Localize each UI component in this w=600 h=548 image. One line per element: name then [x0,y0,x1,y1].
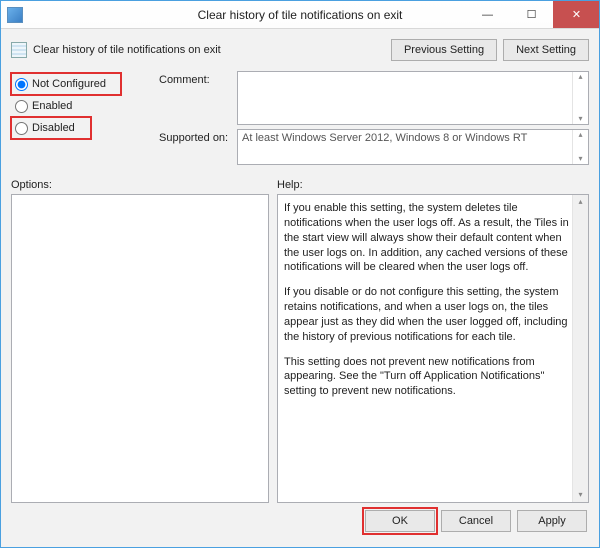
help-text: If you enable this setting, the system d… [284,201,570,275]
supported-field [238,130,572,164]
comment-field[interactable] [238,72,572,124]
policy-title: Clear history of tile notifications on e… [33,44,221,56]
apply-button[interactable]: Apply [517,510,587,532]
comment-label: Comment: [159,71,237,86]
supported-label: Supported on: [159,129,237,144]
minimize-button[interactable]: — [465,1,509,28]
radio-disabled-row[interactable]: Disabled [11,117,91,139]
help-label: Help: [277,179,589,191]
policy-header: Clear history of tile notifications on e… [11,35,589,65]
policy-icon [11,42,27,58]
radio-not-configured-row[interactable]: Not Configured [11,73,121,95]
radio-not-configured-label: Not Configured [32,78,106,90]
options-pane [11,194,269,503]
state-radio-group: Not Configured Enabled Disabled [11,71,159,169]
options-label: Options: [11,179,269,191]
window-body: Clear history of tile notifications on e… [1,29,599,547]
radio-enabled-row[interactable]: Enabled [11,95,159,117]
ok-button[interactable]: OK [365,510,435,532]
help-text: This setting does not prevent new notifi… [284,355,570,400]
help-pane: If you enable this setting, the system d… [278,195,588,415]
dialog-footer: OK Cancel Apply [11,503,589,539]
radio-disabled-label: Disabled [32,122,75,134]
help-scrollbar[interactable]: ▴▾ [572,195,588,502]
cancel-button[interactable]: Cancel [441,510,511,532]
next-setting-button[interactable]: Next Setting [503,39,589,61]
comment-scroll[interactable]: ▴▾ [572,72,588,124]
window-controls: — ☐ ✕ [465,1,599,28]
radio-not-configured[interactable] [15,78,28,91]
supported-scroll[interactable]: ▴▾ [572,130,588,164]
help-text: If you disable or do not configure this … [284,285,570,344]
radio-enabled-label: Enabled [32,100,72,112]
close-button[interactable]: ✕ [553,1,599,28]
supported-field-wrap: ▴▾ [237,129,589,165]
help-pane-wrap: If you enable this setting, the system d… [277,194,589,503]
radio-disabled[interactable] [15,122,28,135]
app-icon [7,7,23,23]
window-frame: Clear history of tile notifications on e… [0,0,600,548]
comment-field-wrap: ▴▾ [237,71,589,125]
titlebar[interactable]: Clear history of tile notifications on e… [1,1,599,29]
maximize-button[interactable]: ☐ [509,1,553,28]
radio-enabled[interactable] [15,100,28,113]
previous-setting-button[interactable]: Previous Setting [391,39,497,61]
